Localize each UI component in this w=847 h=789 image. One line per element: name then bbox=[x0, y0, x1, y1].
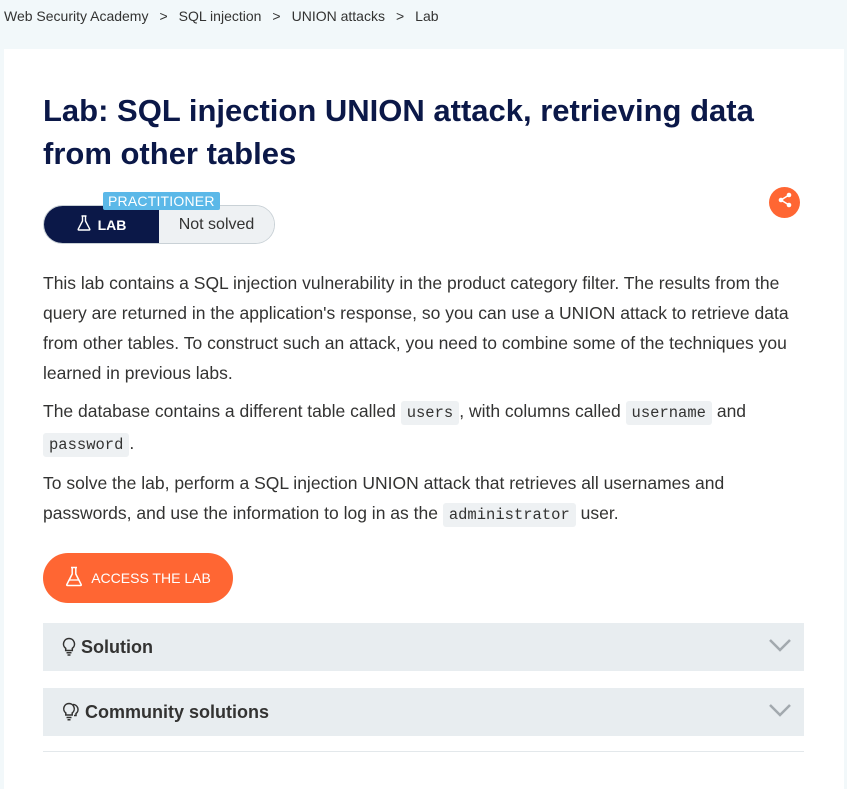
lab-card: Lab: SQL injection UNION attack, retriev… bbox=[4, 49, 844, 789]
lab-status-pill: LAB Not solved bbox=[43, 205, 275, 244]
community-solutions-accordion[interactable]: Community solutions bbox=[43, 688, 804, 736]
description-paragraph: To solve the lab, perform a SQL injectio… bbox=[43, 468, 811, 530]
breadcrumb-separator: > bbox=[272, 8, 281, 24]
lab-type-badge: LAB bbox=[44, 206, 159, 243]
chevron-down-icon bbox=[768, 702, 792, 723]
access-lab-button[interactable]: ACCESS THE LAB bbox=[43, 553, 233, 603]
description-paragraph: This lab contains a SQL injection vulner… bbox=[43, 273, 789, 383]
breadcrumb-academy[interactable]: Web Security Academy bbox=[4, 8, 148, 24]
share-button[interactable] bbox=[769, 187, 800, 218]
text-fragment: user. bbox=[575, 503, 619, 523]
chevron-down-icon bbox=[768, 637, 792, 658]
access-lab-label: ACCESS THE LAB bbox=[91, 570, 211, 586]
breadcrumb-separator: > bbox=[159, 8, 168, 24]
share-icon bbox=[777, 192, 793, 213]
flask-icon bbox=[65, 566, 83, 590]
inline-code-username: username bbox=[625, 401, 712, 425]
flask-icon bbox=[77, 215, 91, 234]
breadcrumb-separator: > bbox=[395, 8, 405, 24]
text-fragment: and bbox=[711, 401, 747, 421]
lightbulb-icon bbox=[61, 637, 77, 657]
lab-status-widget: PRACTITIONER LAB Not solved bbox=[43, 192, 275, 244]
breadcrumb-lab[interactable]: Lab bbox=[415, 8, 438, 24]
level-badge: PRACTITIONER bbox=[103, 192, 220, 210]
page-title: Lab: SQL injection UNION attack, retriev… bbox=[43, 93, 754, 171]
breadcrumb-union-attacks[interactable]: UNION attacks bbox=[292, 8, 385, 24]
solution-label: Solution bbox=[81, 636, 153, 657]
solution-accordion[interactable]: Solution bbox=[43, 623, 804, 671]
divider bbox=[43, 751, 804, 752]
breadcrumb: Web Security Academy > SQL injection > U… bbox=[4, 8, 439, 24]
breadcrumb-sql-injection[interactable]: SQL injection bbox=[179, 8, 262, 24]
text-fragment: , with columns called bbox=[459, 401, 626, 421]
text-fragment: The database contains a different table … bbox=[43, 401, 401, 421]
lab-type-label: LAB bbox=[97, 216, 127, 233]
text-fragment: . bbox=[129, 433, 135, 453]
inline-code-password: password bbox=[43, 433, 130, 457]
community-bulbs-icon bbox=[61, 702, 81, 722]
lab-description: This lab contains a SQL injection vulner… bbox=[43, 268, 811, 538]
status-badge: Not solved bbox=[159, 206, 274, 243]
inline-code-administrator: administrator bbox=[442, 503, 576, 527]
description-paragraph: The database contains a different table … bbox=[43, 396, 811, 460]
text-fragment: To solve the lab, perform a SQL injectio… bbox=[43, 473, 725, 523]
inline-code-users: users bbox=[400, 401, 460, 425]
community-solutions-label: Community solutions bbox=[85, 701, 269, 722]
